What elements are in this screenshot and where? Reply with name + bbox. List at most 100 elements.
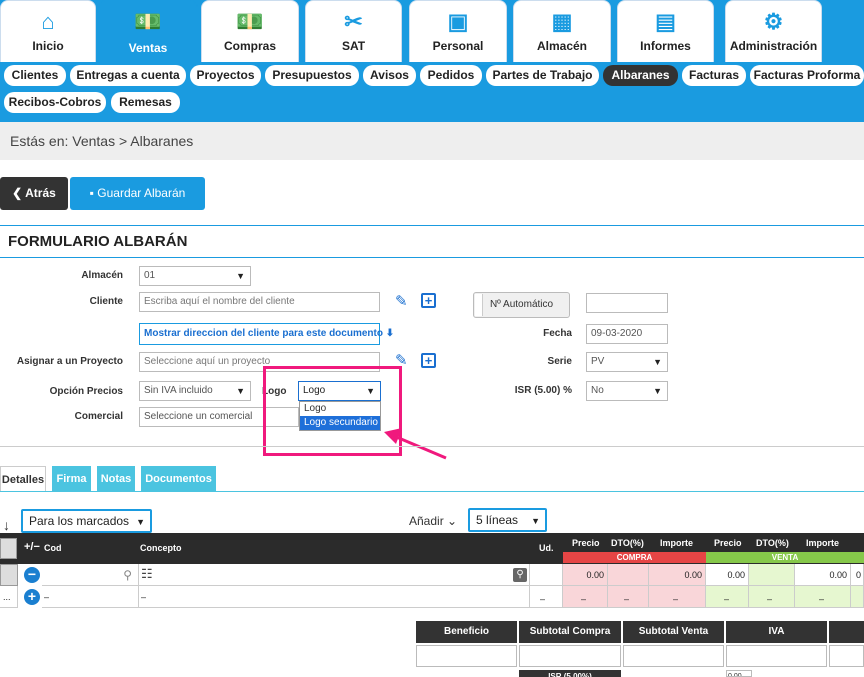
subtab-facturas[interactable]: Facturas [682,65,746,86]
caret-down-icon: ▼ [653,386,662,396]
subtotal-compra-header: Subtotal Compra [519,621,621,643]
caret-down-icon: ▼ [236,386,245,396]
concepto-cell[interactable]: ☷ ⚲ [139,564,530,586]
serie-select[interactable]: PV ▼ [586,352,668,372]
total-header [829,621,864,643]
sort-arrow-icon[interactable]: ↓ [3,517,10,533]
chevron-left-icon: ❮ [12,186,23,200]
extra-cell[interactable]: 0 [851,564,864,586]
save-button[interactable]: ▪ Guardar Albarán [70,177,205,210]
search-icon[interactable]: ⚲ [123,568,132,582]
subtab-entregas[interactable]: Entregas a cuenta [70,65,186,86]
divider [0,491,864,492]
subtab-remesas[interactable]: Remesas [111,92,180,113]
subtab-pedidos[interactable]: Pedidos [420,65,482,86]
venta-bar: VENTA [706,552,864,563]
tab-inicio[interactable]: ⌂ Inicio [0,0,96,62]
dto-compra-cell[interactable] [608,564,649,586]
select-all-checkbox[interactable] [0,538,17,559]
almacen-select[interactable]: 01 ▼ [139,266,251,286]
row-handle[interactable]: ... [0,586,18,608]
tab-sat[interactable]: ✂ SAT [305,0,402,62]
fecha-label: Fecha [543,328,572,339]
auto-number-toggle[interactable]: Nº Automático [473,292,570,318]
subtab-albaranes[interactable]: Albaranes [603,65,678,86]
fecha-input[interactable]: 09-03-2020 [586,324,668,344]
dto-venta-cell[interactable] [749,564,795,586]
col-dto-venta: DTO(%) [756,538,789,548]
isr-select[interactable]: No ▼ [586,381,668,401]
cod-cell[interactable]: – [42,586,139,608]
importe-compra-cell[interactable]: 0.00 [649,564,706,586]
serie-label: Serie [547,356,572,367]
id-card-icon: ▣ [447,9,469,34]
gears-icon: ⚙ [763,9,784,34]
subtab-avisos[interactable]: Avisos [363,65,416,86]
subtab-facturas-proforma[interactable]: Facturas Proforma [750,65,864,86]
subtab-proyectos[interactable]: Proyectos [190,65,261,86]
add-lines-button[interactable]: Añadir ⌄ [409,514,457,528]
row-checkbox[interactable] [0,564,18,586]
tab-notas[interactable]: Notas [97,466,135,492]
subtab-recibos[interactable]: Recibos-Cobros [4,92,106,113]
search-icon[interactable]: ⚲ [513,568,527,582]
subtab-clientes[interactable]: Clientes [4,65,66,86]
opcion-precios-select[interactable]: Sin IVA incluido ▼ [139,381,251,401]
cliente-input[interactable]: Escriba aquí el nombre del cliente [139,292,380,312]
tab-firma[interactable]: Firma [52,466,91,492]
dto-compra-cell[interactable]: – [608,586,649,608]
importe-venta-cell[interactable]: 0.00 [795,564,851,586]
add-line-icon[interactable]: + [24,589,40,605]
concepto-cell[interactable]: – [139,586,530,608]
dto-venta-cell[interactable]: – [749,586,795,608]
beneficio-value [416,645,517,667]
tab-ventas[interactable]: 💵 Ventas [98,0,198,64]
col-importe-compra: Importe [660,538,694,548]
tab-detalles[interactable]: Detalles [0,466,46,492]
iva-header: IVA [726,621,827,643]
ud-cell[interactable] [530,564,563,586]
caret-down-icon: ▼ [236,271,245,281]
importe-compra-cell[interactable]: – [649,586,706,608]
lines-count-select[interactable]: 5 líneas ▼ [468,508,547,532]
edit-icon[interactable]: ✎ [395,292,408,310]
total-value [829,645,864,667]
edit-list-icon[interactable]: ☷ [141,566,153,582]
tab-compras[interactable]: 💵 Compras [201,0,299,62]
isr-total-value: 0.00 [726,670,752,677]
subtotal-venta-header: Subtotal Venta [623,621,724,643]
add-icon[interactable]: + [421,353,436,368]
tab-almacen[interactable]: ▦ Almacén [513,0,611,62]
page-title: FORMULARIO ALBARÁN [8,233,188,250]
tab-administracion[interactable]: ⚙ Administración [725,0,822,62]
col-importe-venta: Importe [806,538,840,548]
cod-cell[interactable]: ⚲ [42,564,139,586]
col-concepto: Concepto [140,543,182,553]
back-button[interactable]: ❮ Atrás [0,177,68,210]
cliente-label: Cliente [89,296,123,307]
subtab-presupuestos[interactable]: Presupuestos [265,65,359,86]
sort-icon[interactable]: +/− [24,541,40,553]
precio-venta-cell[interactable]: – [706,586,749,608]
show-address-link[interactable]: Mostrar direccion del cliente para este … [139,323,394,345]
tab-informes[interactable]: ▤ Informes [617,0,714,62]
marked-action-select[interactable]: Para los marcados ▼ [21,509,152,533]
precio-compra-cell[interactable]: – [563,586,608,608]
tab-documentos[interactable]: Documentos [141,466,216,492]
importe-venta-cell[interactable]: – [795,586,851,608]
precio-compra-cell[interactable]: 0.00 [563,564,608,586]
ud-cell[interactable]: – [530,586,563,608]
subtotal-venta-value [623,645,724,667]
subtab-partes[interactable]: Partes de Trabajo [486,65,599,86]
extra-cell[interactable] [851,586,864,608]
number-input[interactable] [586,293,668,313]
boxes-icon: ▦ [551,9,573,34]
tab-personal[interactable]: ▣ Personal [409,0,507,62]
precio-venta-cell[interactable]: 0.00 [706,564,749,586]
col-precio-compra: Precio [572,538,600,548]
col-dto-compra: DTO(%) [611,538,644,548]
divider [0,446,864,447]
add-icon[interactable]: + [421,293,436,308]
remove-line-icon[interactable]: − [24,567,40,583]
money-minus-icon: 💵 [236,9,264,34]
